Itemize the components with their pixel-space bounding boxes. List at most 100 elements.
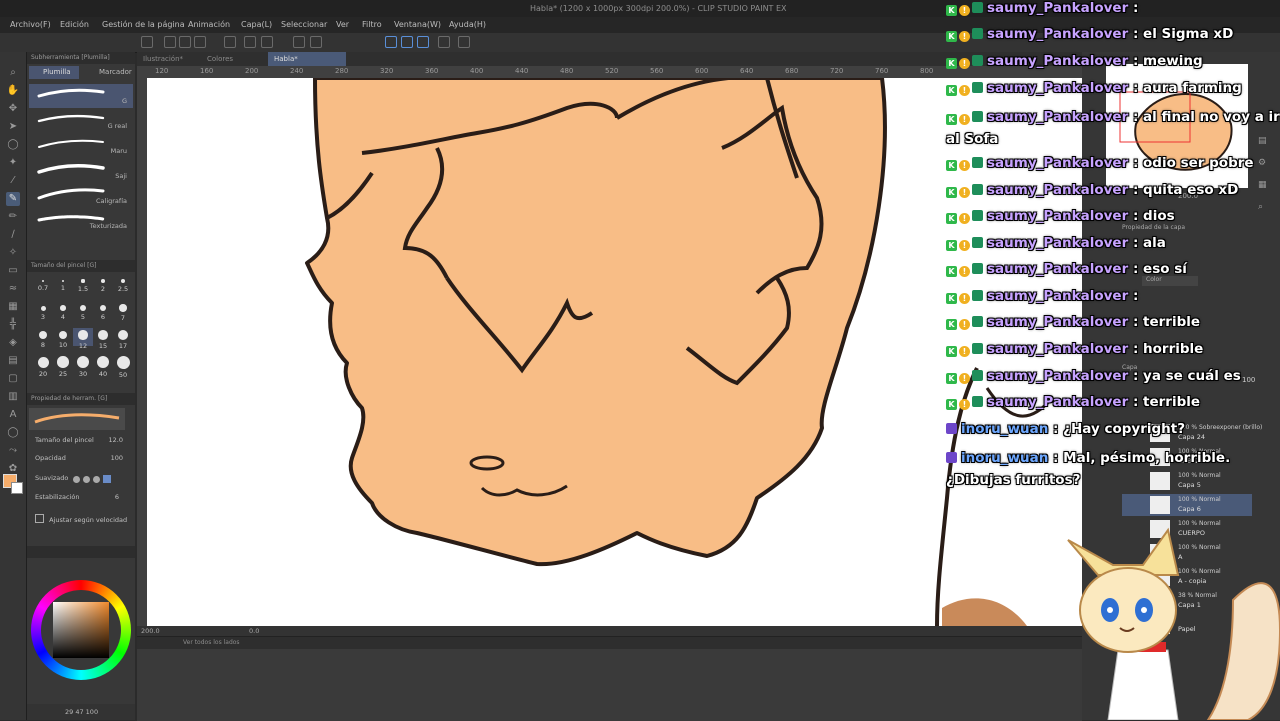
blend-tool-icon[interactable]: ≈: [6, 282, 20, 296]
shape-tool-icon[interactable]: ▥: [6, 390, 20, 404]
auto-select-icon[interactable]: ✦: [6, 156, 20, 170]
tab-marcador[interactable]: Marcador: [85, 66, 135, 79]
menu-view[interactable]: Ver: [336, 20, 349, 29]
navigator-bar: 29 47 100: [27, 704, 135, 720]
move-tool-icon[interactable]: ✥: [6, 102, 20, 116]
export-icon[interactable]: [194, 36, 206, 48]
save-icon[interactable]: [179, 36, 191, 48]
airbrush-icon[interactable]: ✧: [6, 246, 20, 260]
brush-size-option[interactable]: 25: [53, 355, 73, 378]
device-icon[interactable]: [438, 36, 450, 48]
zoom-tool-icon[interactable]: ⌕: [6, 66, 20, 80]
smoothing-row[interactable]: Suavizado: [35, 474, 131, 488]
brush-size-option[interactable]: 17: [113, 328, 133, 350]
menu-window[interactable]: Ventana(W): [394, 20, 441, 29]
brush-size-option[interactable]: 50: [113, 355, 133, 379]
brush-size-option[interactable]: 7: [113, 301, 133, 322]
brush-tool-icon[interactable]: ∕: [6, 228, 20, 242]
new-icon[interactable]: [141, 36, 153, 48]
brush-size-option[interactable]: 6: [93, 301, 113, 321]
transform-icon[interactable]: [310, 36, 322, 48]
adjust-speed-row[interactable]: Ajustar según velocidad: [35, 514, 131, 528]
tab-plumilla[interactable]: Plumilla: [29, 66, 79, 79]
tab-colores[interactable]: Colores: [201, 52, 239, 66]
brush-size-option[interactable]: 5: [73, 301, 93, 321]
lasso-tool-icon[interactable]: ◯: [6, 138, 20, 152]
brush-size-option[interactable]: 0.7: [33, 274, 53, 292]
redo-icon[interactable]: [244, 36, 256, 48]
color-wheel[interactable]: [31, 580, 131, 680]
brush-size-row[interactable]: Tamaño del pincel 12.0: [35, 436, 131, 450]
brush-size-option[interactable]: 20: [33, 355, 53, 378]
brush-size-option[interactable]: 3: [33, 301, 53, 321]
zoom-value[interactable]: 200.0: [141, 627, 160, 635]
brush-saji[interactable]: Saji: [29, 159, 133, 183]
fill-tool-icon[interactable]: ◈: [6, 336, 20, 350]
menu-select[interactable]: Seleccionar: [281, 20, 327, 29]
menu-file[interactable]: Archivo(F): [10, 20, 51, 29]
open-icon[interactable]: [164, 36, 176, 48]
figure-tool-icon[interactable]: ▢: [6, 372, 20, 386]
color-square[interactable]: [53, 602, 109, 658]
pen-tool-icon[interactable]: ✎: [6, 192, 20, 206]
fill-icon[interactable]: [293, 36, 305, 48]
brush-maru[interactable]: Maru: [29, 134, 133, 158]
eyedropper-icon[interactable]: ⁄: [6, 174, 20, 188]
brush-size-label: 20: [38, 369, 48, 378]
tab-habla[interactable]: Habla*: [268, 52, 346, 66]
frame-tool-icon[interactable]: ▦: [6, 300, 20, 314]
stabilization-row[interactable]: Estabilización 6: [35, 493, 131, 507]
angle-value[interactable]: 0.0: [249, 627, 259, 635]
brush-g-real[interactable]: G real: [29, 109, 133, 133]
menu-animation[interactable]: Animación: [188, 20, 230, 29]
brush-size-option[interactable]: 2: [93, 274, 113, 293]
loading-icon[interactable]: [261, 36, 273, 48]
brush-size-option[interactable]: 1: [53, 274, 73, 292]
view-all-sides-label[interactable]: Ver todos los lados: [183, 637, 240, 649]
brush-size-option[interactable]: 15: [93, 328, 113, 350]
chat-message: K! saumy_Pankalover : mewing: [946, 53, 1203, 69]
sub-color-swatch[interactable]: [11, 482, 23, 494]
pencil-tool-icon[interactable]: ✏: [6, 210, 20, 224]
brush-size-value[interactable]: 12.0: [109, 436, 123, 444]
brush-size-option[interactable]: 1.5: [73, 274, 93, 293]
eraser-tool-icon[interactable]: ▭: [6, 264, 20, 278]
brush-size-option[interactable]: 2.5: [113, 274, 133, 293]
snap-special-icon[interactable]: [401, 36, 413, 48]
timeline-panel: Ver todos los lados: [137, 636, 1082, 721]
menu-filter[interactable]: Filtro: [362, 20, 382, 29]
tab-ilustracion[interactable]: Ilustración*: [137, 52, 189, 66]
brush-g[interactable]: G: [29, 84, 133, 108]
smoothing-selector[interactable]: [73, 475, 121, 483]
settings-icon[interactable]: [458, 36, 470, 48]
text-tool-icon[interactable]: A: [6, 408, 20, 422]
snap-grid-icon[interactable]: [417, 36, 429, 48]
brush-size-option[interactable]: 12: [73, 328, 93, 350]
operation-tool-icon[interactable]: ➤: [6, 120, 20, 134]
opacity-value[interactable]: 100: [111, 454, 123, 462]
undo-icon[interactable]: [224, 36, 236, 48]
menu-page[interactable]: Gestión de la página: [102, 20, 185, 29]
brush-caligrafia[interactable]: Caligrafía: [29, 184, 133, 208]
brush-size-option[interactable]: 40: [93, 355, 113, 378]
drawing-canvas[interactable]: [147, 78, 1082, 626]
adjust-checkbox[interactable]: [35, 514, 44, 523]
hand-tool-icon[interactable]: ✋: [6, 84, 20, 98]
coin-badge-icon: !: [959, 58, 970, 69]
menu-layer[interactable]: Capa(L): [241, 20, 272, 29]
brush-size-option[interactable]: 30: [73, 355, 93, 378]
brush-size-option[interactable]: 8: [33, 328, 53, 349]
gradient-tool-icon[interactable]: ▤: [6, 354, 20, 368]
stabilization-value[interactable]: 6: [115, 493, 119, 501]
balloon-tool-icon[interactable]: ◯: [6, 426, 20, 440]
menu-help[interactable]: Ayuda(H): [449, 20, 486, 29]
brush-size-option[interactable]: 10: [53, 328, 73, 349]
correct-line-icon[interactable]: ⤳: [6, 444, 20, 458]
ruler-tool-icon[interactable]: ╬: [6, 318, 20, 332]
brush-texturizada[interactable]: Texturizada: [29, 209, 133, 233]
opacity-row[interactable]: Opacidad 100: [35, 454, 131, 468]
chat-message: K! saumy_Pankalover : odio ser pobre: [946, 155, 1254, 171]
snap-ruler-icon[interactable]: [385, 36, 397, 48]
menu-edit[interactable]: Edición: [60, 20, 89, 29]
brush-size-option[interactable]: 4: [53, 301, 73, 321]
